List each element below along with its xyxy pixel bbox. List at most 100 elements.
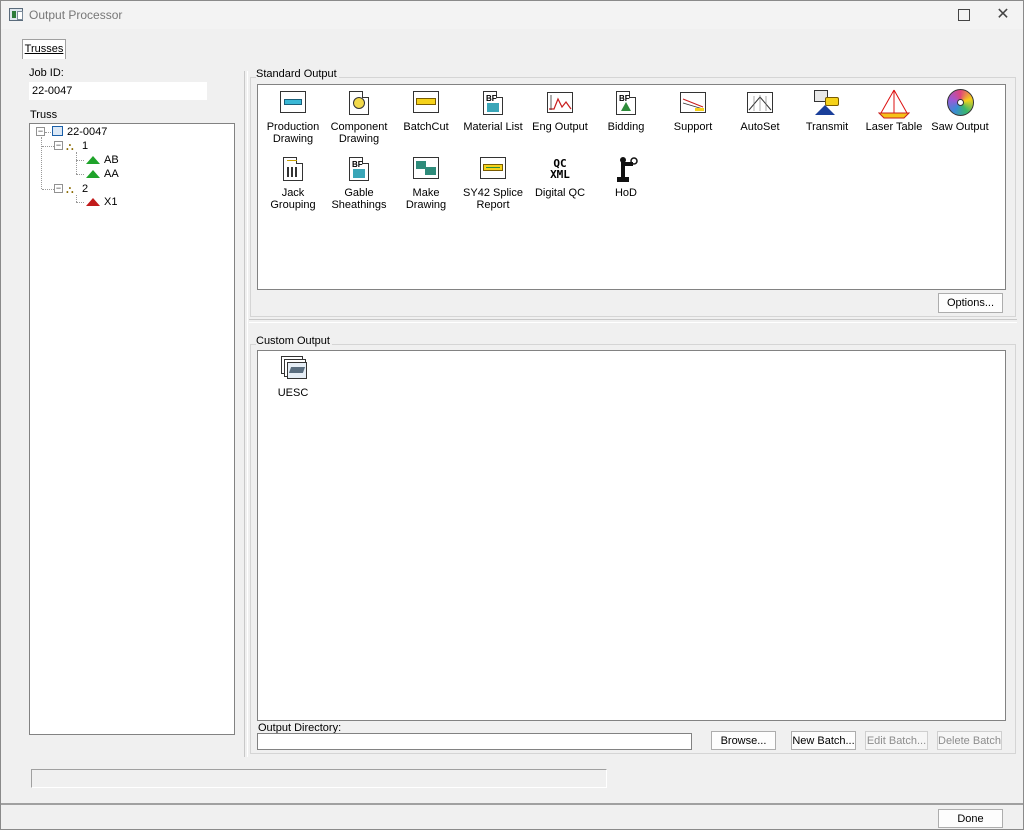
support-icon — [677, 89, 709, 119]
options-button[interactable]: Options... — [938, 293, 1003, 313]
truss-ok-icon — [86, 170, 100, 178]
tree-truss-label: X1 — [104, 196, 118, 208]
output-support[interactable]: Support — [658, 89, 728, 133]
divider — [1, 803, 1023, 805]
tree-line — [41, 137, 42, 189]
tree-truss-aa[interactable]: AA — [86, 167, 119, 181]
gable-sheathings-icon: BF — [343, 155, 375, 185]
tree-root-label: 22-0047 — [67, 126, 108, 138]
output-autoset[interactable]: AutoSet — [725, 89, 795, 133]
output-sy42-splice-report[interactable]: SY42 Splice Report — [458, 155, 528, 211]
edit-batch-button: Edit Batch... — [865, 731, 928, 750]
output-label: Jack Grouping — [270, 187, 316, 211]
output-uesc[interactable]: UESC — [258, 355, 328, 399]
digital-qc-icon: QC XML — [544, 155, 576, 185]
horizontal-splitter[interactable] — [249, 319, 1017, 323]
truss-error-icon — [86, 198, 100, 206]
maximize-button[interactable] — [945, 1, 981, 29]
output-eng-output[interactable]: Eng Output — [525, 89, 595, 133]
output-label: SY42 Splice Report — [463, 187, 523, 211]
tree-truss-label: AB — [104, 154, 119, 166]
output-label: AutoSet — [740, 121, 780, 133]
output-bidding[interactable]: BF Bidding — [591, 89, 661, 133]
tree-line — [42, 146, 54, 147]
output-label: UESC — [277, 387, 309, 399]
title-bar: Output Processor ✕ — [1, 1, 1023, 29]
output-batchcut[interactable]: BatchCut — [391, 89, 461, 133]
progress-bar — [31, 769, 607, 788]
truss-tree[interactable]: − 22-0047 − ⛬ 1 AB AA − ⛬ 2 X1 — [29, 123, 235, 735]
vertical-splitter[interactable] — [244, 71, 248, 757]
tree-collapse-group-1[interactable]: − — [54, 141, 63, 150]
output-make-drawing[interactable]: Make Drawing — [391, 155, 461, 211]
saw-output-icon — [944, 89, 976, 119]
output-transmit[interactable]: Transmit — [792, 89, 862, 133]
tree-collapse-root[interactable]: − — [36, 127, 45, 136]
icon-text: XML — [550, 168, 570, 181]
tree-root-node[interactable]: 22-0047 — [52, 125, 107, 139]
browse-button[interactable]: Browse... — [711, 731, 776, 750]
job-icon — [52, 126, 63, 136]
output-label: Digital QC — [534, 187, 586, 199]
sy42-splice-report-icon — [477, 155, 509, 185]
output-label: Laser Table — [865, 121, 923, 133]
tree-line — [76, 152, 77, 174]
tree-group-label: 2 — [82, 183, 89, 195]
output-label: Support — [673, 121, 713, 133]
eng-output-icon — [544, 89, 576, 119]
output-directory-field[interactable] — [257, 733, 692, 750]
laser-table-icon — [878, 89, 910, 119]
tree-group-1[interactable]: ⛬ 1 — [66, 139, 88, 153]
output-production-drawing[interactable]: Production Drawing — [258, 89, 328, 145]
material-list-icon: BF — [477, 89, 509, 119]
output-laser-table[interactable]: Laser Table — [859, 89, 929, 133]
output-jack-grouping[interactable]: Jack Grouping — [258, 155, 328, 211]
component-drawing-icon — [343, 89, 375, 119]
custom-output-title: Custom Output — [256, 335, 332, 347]
output-material-list[interactable]: BF Material List — [458, 89, 528, 133]
tree-truss-ab[interactable]: AB — [86, 153, 119, 167]
output-label: Production Drawing — [266, 121, 320, 145]
output-label: Transmit — [805, 121, 849, 133]
output-label: HoD — [614, 187, 637, 199]
output-label: Material List — [463, 121, 523, 133]
output-label: Bidding — [607, 121, 645, 133]
custom-output-pane: UESC — [257, 350, 1006, 721]
output-component-drawing[interactable]: Component Drawing — [324, 89, 394, 145]
delete-batch-button: Delete Batch — [937, 731, 1002, 750]
output-gable-sheathings[interactable]: BF Gable Sheathings — [324, 155, 394, 211]
job-id-field[interactable] — [29, 82, 207, 100]
output-label: Saw Output — [931, 121, 989, 133]
output-digital-qc[interactable]: QC XML Digital QC — [525, 155, 595, 199]
new-batch-button[interactable]: New Batch... — [791, 731, 856, 750]
bidding-icon: BF — [610, 89, 642, 119]
hod-icon — [610, 155, 642, 185]
tree-line — [76, 174, 84, 175]
standard-output-pane: Production Drawing Component Drawing Bat… — [257, 84, 1006, 290]
output-hod[interactable]: HoD — [591, 155, 661, 199]
standard-output-title: Standard Output — [256, 68, 339, 80]
output-saw-output[interactable]: Saw Output — [925, 89, 995, 133]
tree-line — [76, 160, 84, 161]
close-button[interactable]: ✕ — [985, 1, 1021, 29]
tree-truss-label: AA — [104, 168, 119, 180]
production-drawing-icon — [277, 89, 309, 119]
tree-group-label: 1 — [82, 140, 89, 152]
jack-grouping-icon — [277, 155, 309, 185]
tree-line — [45, 132, 51, 133]
tree-line — [76, 202, 84, 203]
output-processor-window: Output Processor ✕ Trusses Job ID: Truss… — [0, 0, 1024, 830]
output-label: Make Drawing — [405, 187, 447, 211]
close-icon: ✕ — [996, 6, 1010, 23]
uesc-icon — [277, 355, 309, 385]
done-button[interactable]: Done — [938, 809, 1003, 828]
output-label: Component Drawing — [330, 121, 388, 145]
tree-line — [76, 195, 77, 202]
tab-trusses[interactable]: Trusses — [22, 39, 66, 59]
tree-collapse-group-2[interactable]: − — [54, 184, 63, 193]
window-title: Output Processor — [29, 8, 123, 22]
tree-truss-x1[interactable]: X1 — [86, 195, 117, 209]
tree-group-2[interactable]: ⛬ 2 — [66, 182, 88, 196]
truss-label: Truss — [30, 109, 58, 121]
app-icon — [9, 8, 23, 21]
